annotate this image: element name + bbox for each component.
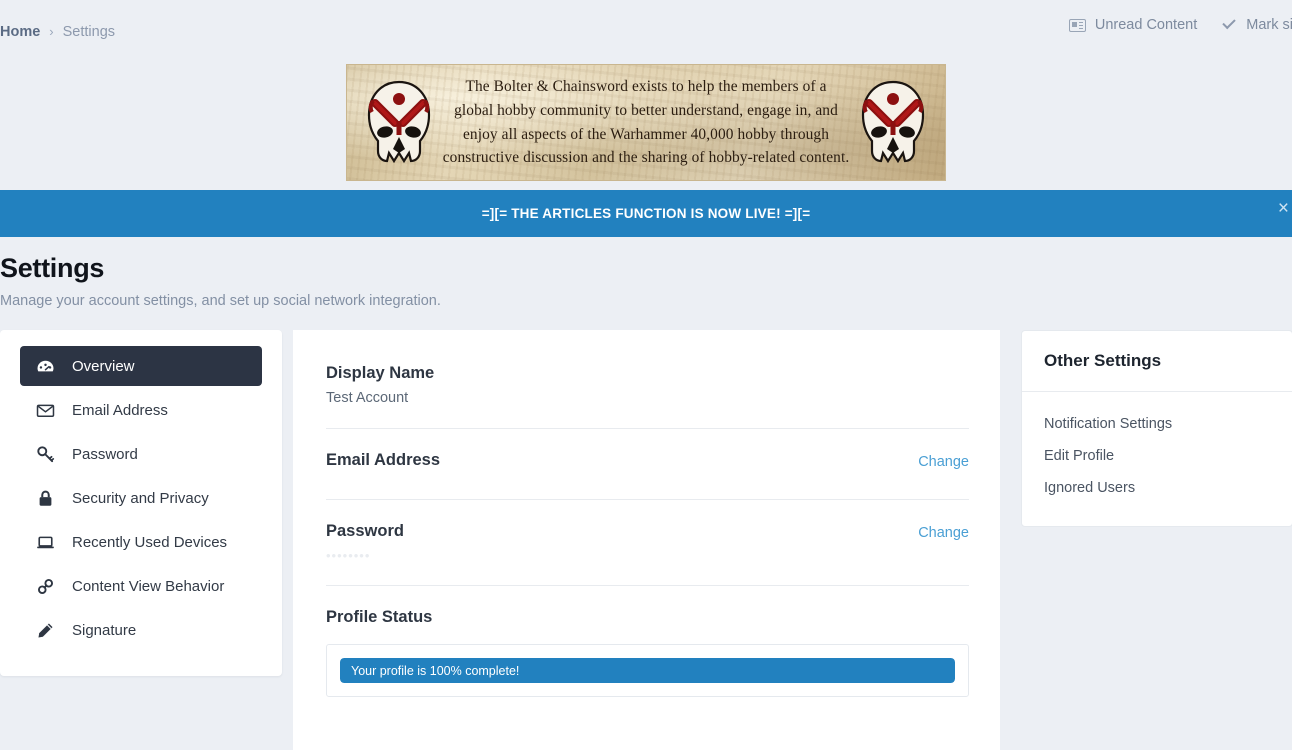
- site-banner[interactable]: The Bolter & Chainsword exists to help t…: [346, 64, 946, 181]
- laptop-icon: [36, 533, 55, 552]
- mark-site-read-label: Mark site re: [1246, 17, 1292, 33]
- display-name-section: Display Name Test Account: [326, 364, 969, 428]
- dashboard-icon: [36, 357, 55, 376]
- banner-line-3: enjoy all aspects of the Warhammer 40,00…: [463, 125, 829, 143]
- other-settings-item-notification-settings[interactable]: Notification Settings: [1044, 408, 1270, 440]
- sidebar-item-label: Password: [72, 445, 138, 463]
- other-settings-item-ignored-users[interactable]: Ignored Users: [1044, 472, 1270, 504]
- settings-main-panel: Display Name Test Account Email Address …: [293, 330, 1000, 750]
- breadcrumb: Home › Settings: [0, 24, 115, 40]
- banner-line-4: constructive discussion and the sharing …: [442, 149, 850, 167]
- close-icon[interactable]: ×: [1278, 199, 1289, 218]
- email-address-title: Email Address: [326, 451, 441, 469]
- sidebar-item-label: Signature: [72, 621, 137, 639]
- sidebar-item-label: Content View Behavior: [72, 577, 225, 595]
- page-title: Settings: [0, 253, 105, 283]
- display-name-title: Display Name: [326, 364, 435, 382]
- profile-progress-fill: Your profile is 100% complete!: [340, 658, 955, 683]
- sidebar-item-recently-used-devices[interactable]: Recently Used Devices: [20, 522, 262, 562]
- password-value: ••••••••: [326, 548, 371, 563]
- skull-emblem-left-icon: [367, 80, 431, 164]
- email-address-section: Email Address Change: [326, 428, 969, 499]
- password-title: Password: [326, 522, 404, 540]
- sidebar-item-security-and-privacy[interactable]: Security and Privacy: [20, 478, 262, 518]
- sidebar-item-label: Recently Used Devices: [72, 533, 228, 551]
- banner-line-2: global hobby community to better underst…: [454, 101, 838, 119]
- check-icon: [1221, 17, 1237, 33]
- announcement-bar: =][= THE ARTICLES FUNCTION IS NOW LIVE! …: [0, 190, 1292, 237]
- sidebar-item-content-view-behavior[interactable]: Content View Behavior: [20, 566, 262, 606]
- sidebar-item-overview[interactable]: Overview: [20, 346, 262, 386]
- top-bar-actions: Unread Content Mark site re: [1068, 17, 1292, 33]
- profile-status-title: Profile Status: [326, 608, 433, 626]
- profile-progress-bar: Your profile is 100% complete!: [340, 658, 955, 683]
- announcement-text: =][= THE ARTICLES FUNCTION IS NOW LIVE! …: [481, 206, 811, 221]
- top-bar: Home › Settings Unread Content Mark site…: [0, 0, 1292, 55]
- breadcrumb-separator-icon: ›: [49, 24, 54, 39]
- lock-icon: [36, 489, 55, 508]
- other-settings-panel: Other Settings Notification Settings Edi…: [1021, 330, 1292, 527]
- sidebar-item-label: Email Address: [72, 401, 168, 419]
- other-settings-item-edit-profile[interactable]: Edit Profile: [1044, 440, 1270, 472]
- email-change-link[interactable]: Change: [918, 454, 969, 470]
- pencil-icon: [36, 621, 55, 640]
- page-subtitle: Manage your account settings, and set up…: [0, 293, 441, 309]
- settings-sidebar: Overview Email Address Password Security…: [0, 330, 282, 676]
- breadcrumb-current: Settings: [62, 23, 116, 40]
- unread-content-label: Unread Content: [1094, 17, 1198, 33]
- profile-progress-label: Your profile is 100% complete!: [351, 663, 520, 678]
- banner-line-1: The Bolter & Chainsword exists to help t…: [465, 78, 827, 96]
- password-section: Password •••••••• Change: [326, 499, 969, 585]
- page-header: Settings Manage your account settings, a…: [0, 237, 1292, 309]
- key-icon: [36, 445, 55, 464]
- sidebar-item-signature[interactable]: Signature: [20, 610, 262, 650]
- display-name-value: Test Account: [326, 390, 409, 406]
- sidebar-item-label: Overview: [72, 357, 135, 375]
- mark-site-read-button[interactable]: Mark site re: [1221, 17, 1292, 33]
- unread-content-button[interactable]: Unread Content: [1068, 17, 1198, 33]
- settings-layout: Overview Email Address Password Security…: [0, 330, 1292, 750]
- sidebar-item-password[interactable]: Password: [20, 434, 262, 474]
- password-change-link[interactable]: Change: [918, 525, 969, 541]
- envelope-icon: [36, 401, 55, 420]
- banner-text: The Bolter & Chainsword exists to help t…: [431, 75, 861, 169]
- sidebar-item-email-address[interactable]: Email Address: [20, 390, 262, 430]
- breadcrumb-home[interactable]: Home: [0, 24, 40, 40]
- link-icon: [36, 577, 55, 596]
- other-settings-title: Other Settings: [1022, 331, 1292, 392]
- site-banner-wrapper: The Bolter & Chainsword exists to help t…: [0, 55, 1292, 181]
- skull-emblem-right-icon: [861, 80, 925, 164]
- other-settings-list: Notification Settings Edit Profile Ignor…: [1022, 392, 1292, 526]
- news-icon: [1068, 18, 1086, 32]
- profile-status-section: Profile Status Your profile is 100% comp…: [326, 585, 969, 719]
- profile-status-box: Your profile is 100% complete!: [326, 644, 969, 697]
- sidebar-item-label: Security and Privacy: [72, 489, 209, 507]
